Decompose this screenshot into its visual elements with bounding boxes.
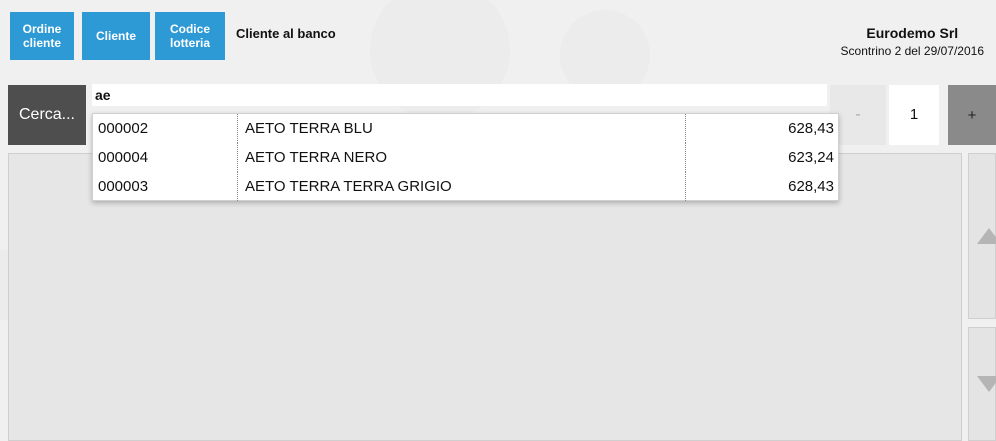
search-results-dropdown: 000002 AETO TERRA BLU 628,43 000004 AETO…	[92, 113, 839, 201]
company-name: Eurodemo Srl	[866, 25, 959, 41]
company-info: Eurodemo Srl Scontrino 2 del 29/07/2016	[841, 25, 984, 58]
result-description: AETO TERRA BLU	[238, 114, 686, 143]
scroll-down-button[interactable]	[968, 327, 996, 441]
result-code: 000002	[93, 114, 238, 143]
result-price: 628,43	[788, 120, 834, 137]
quantity-value: 1	[889, 85, 939, 145]
result-row[interactable]: 000004 AETO TERRA NERO 623,24	[93, 143, 838, 172]
result-code: 000003	[93, 172, 238, 201]
result-description: AETO TERRA NERO	[238, 143, 686, 172]
result-row[interactable]: 000003 AETO TERRA TERRA GRIGIO 628,43	[93, 172, 838, 201]
search-button[interactable]: Cerca...	[8, 85, 86, 145]
result-row[interactable]: 000002 AETO TERRA BLU 628,43	[93, 114, 838, 143]
scroll-up-button[interactable]	[968, 153, 996, 319]
result-description: AETO TERRA TERRA GRIGIO	[238, 172, 686, 201]
codice-lotteria-button[interactable]: Codice lotteria	[155, 12, 225, 60]
triangle-down-icon	[977, 376, 996, 392]
triangle-up-icon	[977, 228, 996, 244]
quantity-plus-button[interactable]: +	[948, 85, 996, 145]
result-code: 000004	[93, 143, 238, 172]
receipt-info: Scontrino 2 del 29/07/2016	[840, 44, 984, 58]
client-label: Cliente al banco	[236, 26, 336, 41]
search-input[interactable]	[92, 84, 827, 106]
result-price: 623,24	[788, 149, 834, 166]
cliente-button[interactable]: Cliente	[82, 12, 150, 60]
ordine-cliente-button[interactable]: Ordine cliente	[10, 12, 74, 60]
result-price: 628,43	[788, 178, 834, 195]
